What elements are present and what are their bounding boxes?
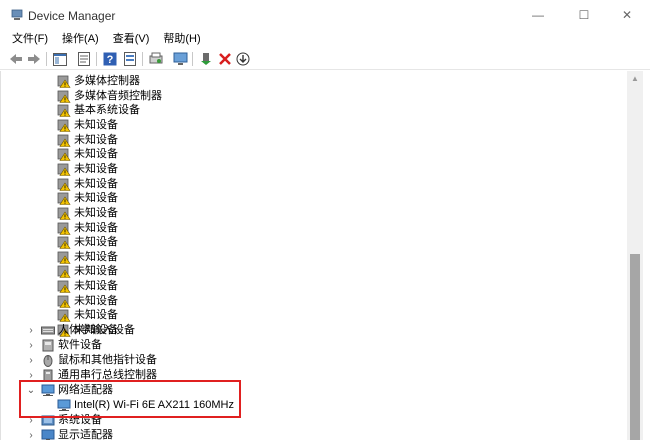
unknown-device-item[interactable]: 多媒体音频控制器 [57, 89, 162, 104]
device-label: 未知设备 [74, 148, 118, 161]
unknown-device-item[interactable]: 未知设备 [57, 118, 118, 133]
help-icon[interactable]: ? [102, 51, 118, 67]
software-device-icon [42, 339, 54, 352]
category-display[interactable]: 显示适配器 [41, 428, 113, 440]
close-button[interactable]: ✕ [604, 0, 650, 30]
vertical-scrollbar[interactable]: ▲ [627, 71, 643, 440]
warning-device-icon [57, 104, 71, 118]
warning-device-icon [57, 295, 71, 308]
unknown-device-item[interactable]: 未知设备 [57, 162, 118, 177]
forward-arrow-icon[interactable] [26, 51, 42, 67]
device-label: 多媒体控制器 [74, 75, 140, 87]
warning-device-icon [57, 134, 71, 147]
toolbar-separator [142, 52, 143, 66]
properties-icon[interactable] [76, 51, 92, 67]
expand-chevron-icon[interactable]: › [26, 338, 36, 353]
maximize-button[interactable]: ☐ [561, 0, 607, 30]
device-label: 未知设备 [74, 177, 118, 190]
category-label: 鼠标和其他指针设备 [58, 354, 157, 366]
category-mice[interactable]: 鼠标和其他指针设备 [41, 353, 157, 368]
monitor-icon[interactable] [172, 51, 188, 67]
device-manager-icon [11, 9, 23, 20]
warning-device-icon [57, 163, 71, 176]
device-label: 未知设备 [74, 236, 118, 249]
unknown-device-item[interactable]: 未知设备 [57, 133, 118, 148]
display-adapter-icon [41, 429, 55, 440]
category-software[interactable]: 软件设备 [41, 338, 102, 353]
scan-hardware-icon[interactable] [148, 51, 164, 67]
device-label: 未知设备 [74, 133, 118, 146]
minimize-button[interactable]: — [515, 0, 561, 30]
show-hide-console-tree-icon[interactable] [52, 51, 68, 67]
device-label: 未知设备 [74, 162, 118, 175]
menu-bar: 文件(F) 操作(A) 查看(V) 帮助(H) [0, 30, 650, 48]
warning-device-icon [57, 222, 71, 235]
category-label: 软件设备 [58, 339, 102, 351]
category-hid[interactable]: 人体学输入设备 [41, 323, 135, 338]
warning-device-icon [57, 192, 71, 205]
unknown-device-item[interactable]: 未知设备 [57, 206, 118, 221]
uninstall-device-icon[interactable] [217, 51, 233, 67]
warning-device-icon [57, 309, 71, 323]
warning-device-icon [57, 75, 71, 88]
device-label: 未知设备 [74, 118, 118, 131]
unknown-device-item[interactable]: 多媒体控制器 [57, 74, 140, 89]
unknown-device-item[interactable]: 未知设备 [57, 177, 118, 192]
warning-device-icon [57, 266, 71, 279]
device-label: 未知设备 [74, 280, 118, 293]
warning-device-icon [57, 90, 71, 103]
scrollbar-thumb[interactable] [630, 254, 640, 440]
unknown-device-item[interactable]: 未知设备 [57, 294, 118, 309]
category-label: 人体学输入设备 [58, 324, 135, 336]
warning-device-icon [57, 207, 71, 220]
unknown-device-item[interactable]: 未知设备 [57, 147, 118, 162]
unknown-device-item[interactable]: 未知设备 [57, 250, 118, 265]
window-title: Device Manager [28, 9, 116, 23]
unknown-device-item[interactable]: 未知设备 [57, 308, 118, 323]
unknown-device-item[interactable]: 未知设备 [57, 235, 118, 250]
mouse-icon [43, 355, 53, 367]
scroll-up-arrow-icon[interactable]: ▲ [627, 71, 643, 85]
device-label: 基本系统设备 [74, 104, 140, 117]
expand-chevron-icon[interactable]: › [26, 353, 36, 368]
unknown-device-item[interactable]: 未知设备 [57, 191, 118, 206]
unknown-device-item[interactable]: 基本系统设备 [57, 103, 140, 118]
device-label: 未知设备 [74, 294, 118, 307]
device-label: 多媒体音频控制器 [74, 89, 162, 102]
warning-device-icon [57, 178, 71, 191]
enable-device-icon[interactable] [198, 51, 214, 67]
toolbar-separator [46, 52, 47, 66]
device-label: 未知设备 [74, 192, 118, 205]
menu-view[interactable]: 查看(V) [106, 30, 157, 48]
device-label: 未知设备 [74, 206, 118, 219]
warning-device-icon [57, 148, 71, 162]
toolbar-separator [192, 52, 193, 66]
warning-device-icon [57, 251, 71, 264]
unknown-device-item[interactable]: 未知设备 [57, 279, 118, 294]
warning-device-icon [57, 119, 71, 132]
highlight-box [19, 380, 241, 418]
expand-chevron-icon[interactable]: › [26, 323, 36, 338]
device-label: 未知设备 [74, 265, 118, 278]
unknown-device-item[interactable]: 未知设备 [57, 264, 118, 279]
keyboard-icon [41, 326, 55, 335]
title-bar: Device Manager — ☐ ✕ [0, 0, 650, 30]
expand-chevron-icon[interactable]: › [26, 428, 36, 440]
device-label: 未知设备 [74, 309, 118, 322]
device-label: 未知设备 [74, 250, 118, 263]
category-label: 显示适配器 [58, 429, 113, 440]
menu-action[interactable]: 操作(A) [55, 30, 106, 48]
warning-device-icon [57, 236, 71, 249]
download-icon[interactable] [235, 51, 251, 67]
svg-text:?: ? [107, 54, 114, 66]
update-driver-icon[interactable] [122, 51, 138, 67]
menu-help[interactable]: 帮助(H) [156, 30, 207, 48]
toolbar-separator [96, 52, 97, 66]
menu-file[interactable]: 文件(F) [0, 30, 55, 48]
device-label: 未知设备 [74, 221, 118, 234]
toolbar: ? [0, 48, 650, 70]
unknown-device-item[interactable]: 未知设备 [57, 221, 118, 236]
warning-device-icon [57, 280, 71, 293]
back-arrow-icon[interactable] [8, 51, 24, 67]
